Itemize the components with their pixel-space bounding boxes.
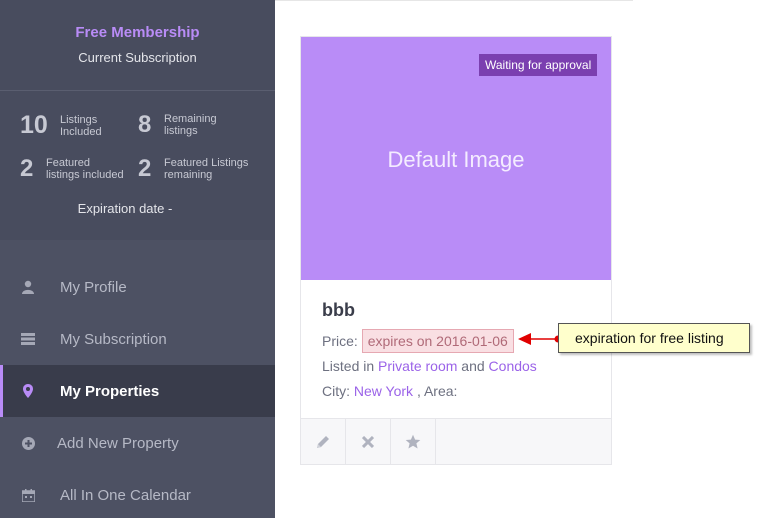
close-icon	[362, 436, 374, 448]
city-link[interactable]: New York	[354, 383, 413, 399]
and-text: and	[461, 358, 485, 374]
current-subscription-label: Current Subscription	[78, 50, 197, 65]
list-icon	[20, 331, 36, 347]
stat-number: 10	[20, 111, 48, 139]
sidebar: Free Membership Current Subscription 10 …	[0, 0, 275, 518]
annotation-arrow	[518, 333, 560, 345]
menu-label: My Subscription	[60, 330, 167, 348]
stat-label: Remaining listings	[164, 113, 217, 137]
city-row: City: New York , Area:	[322, 383, 457, 399]
menu-item-my-subscription[interactable]: My Subscription	[0, 313, 275, 365]
property-title[interactable]: bbb	[322, 300, 355, 321]
menu-label: Add New Property	[57, 434, 179, 452]
stat-number: 2	[20, 155, 34, 182]
stat-featured-remaining: 2 Featured Listings remaining	[138, 155, 248, 183]
divider	[275, 0, 633, 1]
city-label: City:	[322, 383, 350, 399]
category-link[interactable]: Private room	[378, 358, 457, 374]
card-actions	[301, 418, 611, 465]
feature-button[interactable]	[391, 419, 436, 465]
stat-remaining-listings: 8 Remaining listings	[138, 111, 217, 139]
status-badge: Waiting for approval	[479, 54, 598, 76]
price-value-highlight: expires on 2016-01-06	[361, 329, 514, 353]
property-image[interactable]: Waiting for approval Default Image	[301, 37, 611, 280]
menu-item-my-profile[interactable]: My Profile	[0, 261, 275, 313]
annotation-callout: expiration for free listing	[558, 323, 750, 353]
subscription-panel: Free Membership Current Subscription 10 …	[0, 0, 275, 240]
menu-item-add-new-property[interactable]: Add New Property	[0, 417, 275, 469]
listed-prefix: Listed in	[322, 358, 375, 374]
delete-button[interactable]	[346, 419, 391, 465]
menu-label: My Profile	[60, 278, 127, 296]
membership-title: Free Membership	[75, 24, 200, 41]
stat-featured-included: 2 Featured listings included	[20, 155, 124, 183]
stat-label: Featured Listings remaining	[164, 157, 249, 181]
user-icon	[20, 279, 36, 295]
menu-label: My Properties	[60, 382, 160, 400]
price-row: Price: expires on 2016-01-06	[322, 329, 514, 353]
divider	[0, 90, 275, 91]
menu-item-all-in-one-calendar[interactable]: All In One Calendar	[0, 469, 275, 521]
price-label: Price:	[322, 333, 358, 349]
stat-number: 2	[138, 155, 152, 182]
edit-button[interactable]	[301, 419, 346, 465]
property-card: Waiting for approval Default Image bbb P…	[300, 36, 612, 465]
default-image-text: Default Image	[387, 147, 525, 172]
expiration-date: Expiration date -	[77, 201, 173, 216]
stat-listings-included: 10 Listings Included	[20, 111, 102, 140]
menu-item-my-properties[interactable]: My Properties	[0, 365, 275, 417]
map-pin-icon	[20, 383, 36, 399]
type-link[interactable]: Condos	[489, 358, 537, 374]
calendar-icon	[20, 487, 36, 503]
pencil-icon	[317, 436, 329, 448]
menu-label: All In One Calendar	[60, 486, 191, 504]
stat-number: 8	[138, 111, 152, 138]
area-label: , Area:	[416, 383, 458, 399]
stat-label: Listings Included	[60, 113, 102, 138]
star-icon	[405, 434, 421, 449]
plus-circle-icon	[20, 435, 36, 451]
stat-label: Featured listings included	[46, 157, 124, 181]
listed-row: Listed in Private room and Condos	[322, 358, 537, 374]
